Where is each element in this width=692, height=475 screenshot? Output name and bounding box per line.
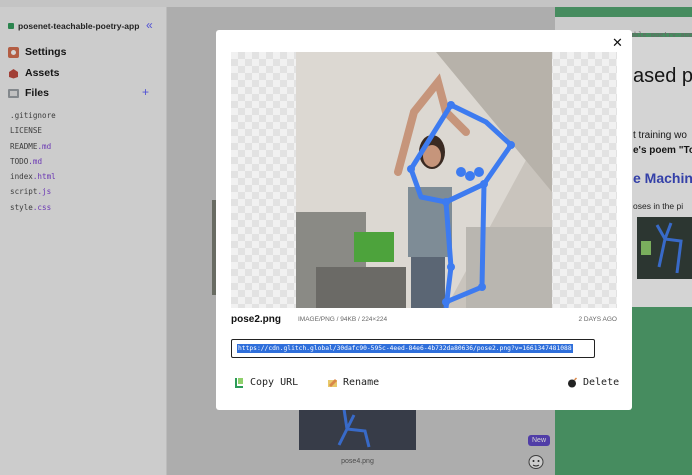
asset-date: 2 DAYS AGO: [578, 316, 617, 323]
bomb-icon: [568, 377, 578, 388]
rename-button[interactable]: Rename: [327, 377, 379, 388]
rename-label: Rename: [343, 377, 380, 388]
asset-url-text[interactable]: https://cdn.glitch.global/30dafc90-595c-…: [237, 344, 573, 353]
delete-button[interactable]: Delete: [567, 377, 619, 388]
pose-photo: [296, 52, 552, 308]
asset-url-field[interactable]: https://cdn.glitch.global/30dafc90-595c-…: [231, 339, 595, 358]
copy-icon: [235, 378, 243, 388]
delete-label: Delete: [583, 377, 620, 388]
copy-url-label: Copy URL: [250, 377, 299, 388]
asset-modal: ✕ pose2.png IMAGE/PNG / 94KB / 224×224 2…: [216, 30, 632, 410]
copy-url-button[interactable]: Copy URL: [234, 377, 298, 388]
pencil-icon: [328, 379, 337, 387]
asset-meta: IMAGE/PNG / 94KB / 224×224: [298, 316, 388, 323]
close-icon[interactable]: ✕: [612, 35, 623, 51]
asset-filename: pose2.png: [231, 314, 282, 325]
image-preview: [231, 52, 617, 308]
